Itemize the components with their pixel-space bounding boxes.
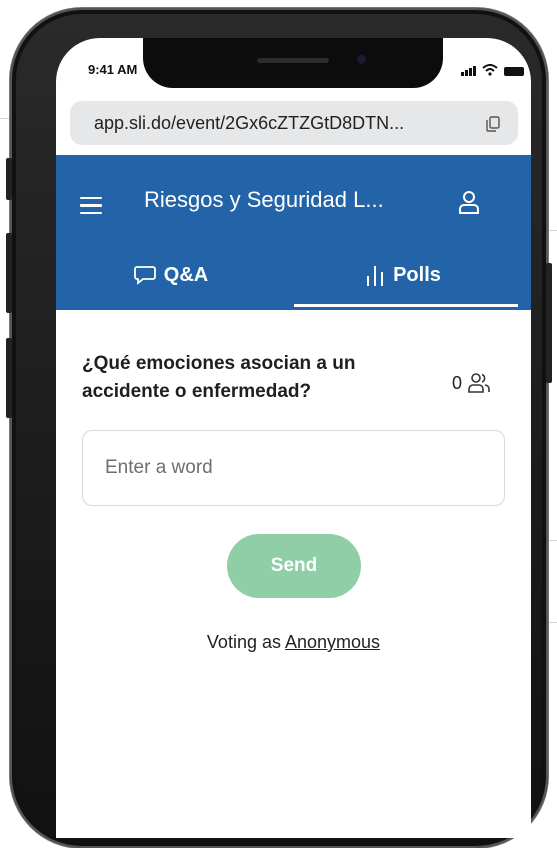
hamburger-icon[interactable] (80, 197, 102, 215)
phone-screen: 9:41 AM app.sli.do/event/2Gx6cZTZGtD8DTN… (56, 38, 531, 838)
user-icon[interactable] (458, 189, 480, 215)
signal-icon (461, 66, 476, 76)
background-line (548, 230, 557, 231)
camera (354, 52, 369, 67)
url-text[interactable]: app.sli.do/event/2Gx6cZTZGtD8DTN... (94, 113, 404, 134)
speaker (257, 58, 329, 63)
side-button (6, 158, 12, 200)
background-line (548, 622, 557, 623)
participants-icon (468, 373, 490, 393)
bar-chart-icon (367, 266, 384, 286)
participant-count: 0 (452, 372, 490, 394)
voting-as: Voting as Anonymous (56, 632, 531, 653)
wifi-icon (482, 64, 498, 76)
background-line (548, 540, 557, 541)
tab-polls[interactable]: Polls (292, 249, 514, 301)
poll-question: ¿Qué emociones asocian a un accidente o … (82, 353, 356, 402)
word-input[interactable] (82, 430, 505, 506)
phone-frame: 9:41 AM app.sli.do/event/2Gx6cZTZGtD8DTN… (6, 8, 552, 848)
notch (143, 38, 443, 88)
status-time: 9:41 AM (88, 62, 138, 77)
event-title: Riesgos y Seguridad L... (144, 187, 384, 212)
voting-prefix: Voting as (206, 632, 281, 652)
tab-qa[interactable]: Q&A (86, 249, 256, 301)
send-button[interactable]: Send (227, 534, 361, 598)
url-bar[interactable]: app.sli.do/event/2Gx6cZTZGtD8DTN... (70, 101, 518, 145)
voting-name-link[interactable]: Anonymous (285, 632, 380, 652)
speech-bubble-icon (133, 266, 156, 285)
battery-icon (504, 67, 524, 76)
status-icons (461, 64, 524, 76)
side-button (6, 233, 12, 313)
app-header: Riesgos y Seguridad L... Q&A Polls (56, 155, 531, 310)
participant-count-value: 0 (452, 372, 463, 393)
tab-polls-label: Polls (393, 263, 441, 286)
side-button (546, 263, 552, 383)
tab-qa-label: Q&A (163, 263, 209, 286)
side-button (6, 338, 12, 418)
active-tab-indicator (294, 304, 518, 307)
copy-icon[interactable] (486, 116, 500, 132)
